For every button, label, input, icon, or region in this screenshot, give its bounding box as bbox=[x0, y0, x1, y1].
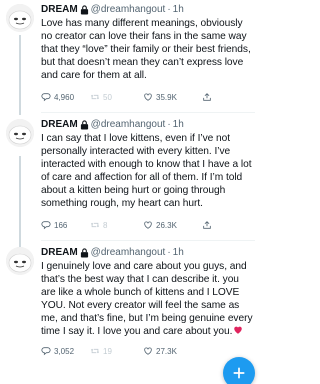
display-name[interactable]: DREAM bbox=[41, 119, 78, 131]
avatar[interactable] bbox=[6, 247, 34, 275]
reply-icon bbox=[41, 347, 51, 356]
tweet-text: I genuinely love and care about you guys… bbox=[41, 261, 253, 337]
tweet-text: Love has many different meanings, obviou… bbox=[41, 18, 251, 81]
retweet-count: 50 bbox=[103, 92, 112, 102]
tweet-text: I can say that I love kittens, even if I… bbox=[41, 133, 252, 209]
separator-dot: · bbox=[167, 247, 171, 258]
separator-dot: · bbox=[167, 4, 171, 15]
like-button[interactable]: 26.3K bbox=[143, 220, 202, 230]
share-icon bbox=[203, 221, 211, 229]
avatar[interactable] bbox=[6, 119, 34, 147]
handle[interactable]: @dreamhangout bbox=[91, 4, 166, 16]
heart-outline-icon bbox=[144, 221, 152, 229]
separator-dot: · bbox=[167, 119, 171, 130]
reply-icon bbox=[41, 221, 51, 230]
like-count: 26.3K bbox=[156, 220, 177, 230]
tweet-text-wrap: I genuinely love and care about you guys… bbox=[41, 260, 255, 338]
tweet-actions: 166 8 26.3K bbox=[41, 219, 255, 231]
like-button[interactable]: 27.3K bbox=[143, 346, 202, 356]
retweet-button[interactable]: 19 bbox=[90, 346, 143, 356]
compose-tweet-button[interactable] bbox=[223, 357, 255, 384]
tweet-actions: 4,960 50 35.9K bbox=[41, 91, 255, 103]
lock-icon bbox=[80, 248, 89, 258]
reply-button[interactable]: 4,960 bbox=[41, 92, 90, 102]
lock-icon bbox=[80, 120, 89, 130]
timestamp[interactable]: 1h bbox=[173, 119, 184, 131]
handle[interactable]: @dreamhangout bbox=[91, 247, 166, 259]
share-button[interactable] bbox=[202, 92, 222, 102]
reply-count: 4,960 bbox=[54, 92, 75, 102]
timestamp[interactable]: 1h bbox=[173, 4, 184, 16]
display-name[interactable]: DREAM bbox=[41, 247, 78, 259]
retweet-button[interactable]: 50 bbox=[90, 92, 143, 102]
tweet[interactable]: DREAM @dreamhangout · 1h I can say that … bbox=[0, 113, 261, 241]
retweet-icon bbox=[90, 348, 100, 354]
retweet-icon bbox=[90, 94, 100, 100]
retweet-count: 8 bbox=[103, 220, 108, 230]
avatar[interactable] bbox=[6, 4, 34, 32]
like-count: 35.9K bbox=[156, 92, 177, 102]
reply-count: 166 bbox=[54, 220, 68, 230]
handle[interactable]: @dreamhangout bbox=[91, 119, 166, 131]
timestamp[interactable]: 1h bbox=[173, 247, 184, 259]
share-icon bbox=[203, 93, 211, 101]
share-button[interactable] bbox=[202, 220, 222, 230]
reply-button[interactable]: 166 bbox=[41, 220, 90, 230]
lock-icon bbox=[80, 5, 89, 15]
retweet-count: 19 bbox=[103, 346, 112, 356]
heart-outline-icon bbox=[144, 347, 152, 355]
tweet[interactable]: DREAM @dreamhangout · 1h Love has many d… bbox=[0, 0, 261, 113]
tweet[interactable]: DREAM @dreamhangout · 1h I genuinely lov… bbox=[0, 241, 261, 357]
reply-icon bbox=[41, 93, 51, 102]
display-name[interactable]: DREAM bbox=[41, 4, 78, 16]
reply-button[interactable]: 3,052 bbox=[41, 346, 90, 356]
heart-outline-icon bbox=[144, 93, 152, 101]
compose-plus-icon bbox=[233, 367, 245, 379]
red-heart-emoji bbox=[233, 325, 243, 335]
like-count: 27.3K bbox=[156, 346, 177, 356]
retweet-icon bbox=[90, 222, 100, 228]
like-button[interactable]: 35.9K bbox=[143, 92, 202, 102]
retweet-button[interactable]: 8 bbox=[90, 220, 143, 230]
reply-count: 3,052 bbox=[54, 346, 75, 356]
tweet-actions: 3,052 19 27.3K bbox=[41, 345, 255, 357]
